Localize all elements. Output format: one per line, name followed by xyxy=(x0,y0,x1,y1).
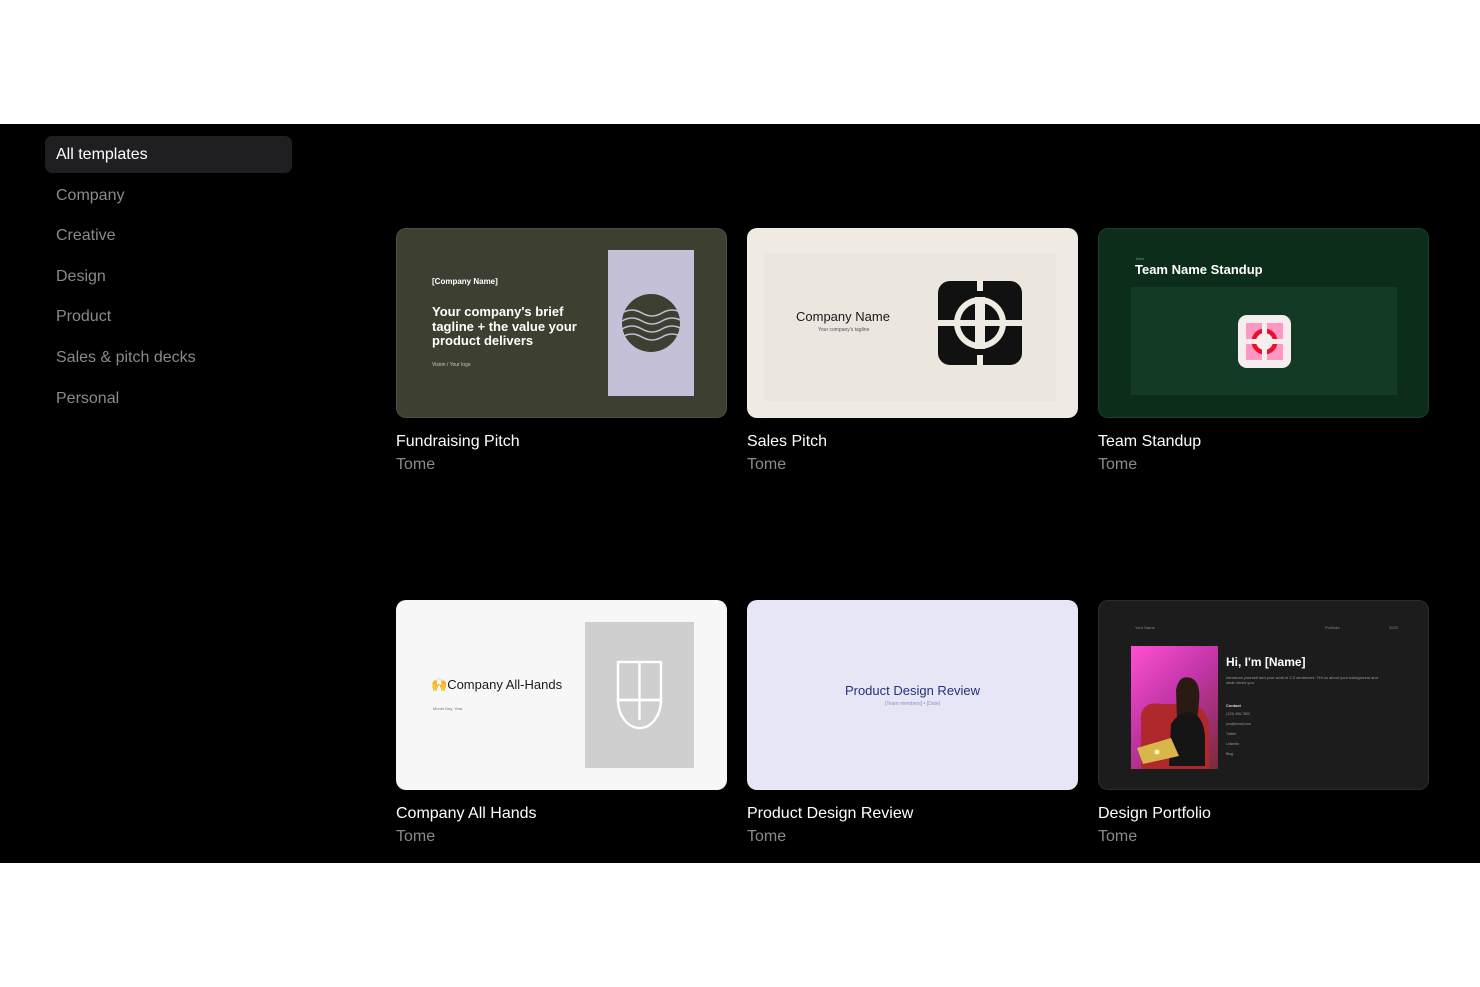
card-author: Tome xyxy=(1098,828,1138,845)
thumb-company-name: Company Name xyxy=(796,309,890,324)
sidebar-item-creative[interactable]: Creative xyxy=(45,217,292,254)
thumb-image-panel xyxy=(608,250,694,396)
card-author: Tome xyxy=(396,828,436,845)
template-card-company-all-hands[interactable]: 🙌Company All-Hands Month Day, Year Compa… xyxy=(396,600,727,846)
thumb-contact-line: Blog xyxy=(1226,752,1234,756)
template-card-fundraising-pitch[interactable]: [Company Name] Your company's brief tagl… xyxy=(396,228,727,474)
thumb-tagline: Your company's brief tagline + the value… xyxy=(432,304,577,348)
thumb-contact-line: you@email.com xyxy=(1226,722,1252,726)
thumb-title: Team Name Standup xyxy=(1135,262,1263,277)
thumb-image-panel xyxy=(585,622,694,768)
portrait-photo xyxy=(1131,646,1218,769)
template-card-product-design-review[interactable]: Product Design Review [Team members] • [… xyxy=(747,600,1078,846)
card-title[interactable]: Design Portfolio xyxy=(1098,805,1429,823)
sidebar-item-sales-pitch-decks[interactable]: Sales & pitch decks xyxy=(45,339,292,376)
thumb-small-text: Vision / Your logo xyxy=(432,362,471,368)
thumb-company-name: [Company Name] xyxy=(432,277,498,286)
thumb-small-text: [Team members] • [Date] xyxy=(884,701,941,707)
wave-circle-icon xyxy=(621,294,683,352)
person-with-laptop-icon xyxy=(1137,677,1209,769)
thumb-small-text: Month Day, Year xyxy=(433,706,463,711)
sidebar-item-personal[interactable]: Personal xyxy=(45,380,292,417)
thumb-contact-line: LinkedIn xyxy=(1226,742,1240,746)
card-author: Tome xyxy=(747,828,787,845)
card-title[interactable]: Product Design Review xyxy=(747,805,1078,823)
sidebar-item-design[interactable]: Design xyxy=(45,258,292,295)
team-logo-icon xyxy=(1238,315,1291,373)
card-author: Tome xyxy=(1098,456,1138,473)
thumb-contact-line: Twitter xyxy=(1226,732,1237,736)
template-thumbnail[interactable]: Company Name Your company's tagline xyxy=(747,228,1078,418)
thumb-nav-left: Your Name xyxy=(1135,625,1155,630)
template-thumbnail[interactable]: 🙌Company All-Hands Month Day, Year xyxy=(396,600,727,790)
thumb-contact-line: (123) 456-7890 xyxy=(1226,712,1250,716)
template-gallery: All templates Company Creative Design Pr… xyxy=(0,124,1480,863)
template-thumbnail[interactable]: Intro Team Name Standup xyxy=(1098,228,1429,418)
template-thumbnail[interactable]: Product Design Review [Team members] • [… xyxy=(747,600,1078,790)
card-title[interactable]: Team Standup xyxy=(1098,433,1429,451)
template-thumbnail[interactable]: Your Name Portfolio 2023 Hi, I'm [Name] … xyxy=(1098,600,1429,790)
sidebar-item-all-templates[interactable]: All templates xyxy=(45,136,292,173)
template-card-design-portfolio[interactable]: Your Name Portfolio 2023 Hi, I'm [Name] … xyxy=(1098,600,1429,846)
sidebar-item-company[interactable]: Company xyxy=(45,177,292,214)
category-sidebar: All templates Company Creative Design Pr… xyxy=(45,136,292,420)
template-card-team-standup[interactable]: Intro Team Name Standup Team Standup Tom… xyxy=(1098,228,1429,474)
sidebar-item-product[interactable]: Product xyxy=(45,298,292,335)
card-title[interactable]: Sales Pitch xyxy=(747,433,1078,451)
thumb-small-text: Intro xyxy=(1136,256,1145,261)
raised-hands-icon: 🙌 xyxy=(431,677,448,692)
thumb-nav-right: 2023 xyxy=(1389,625,1398,630)
thumb-contact-heading: Contact xyxy=(1226,703,1241,708)
building-icon xyxy=(616,660,663,730)
thumb-title: Product Design Review xyxy=(844,683,981,698)
card-title[interactable]: Fundraising Pitch xyxy=(396,433,727,451)
thumb-title: Hi, I'm [Name] xyxy=(1226,655,1306,669)
thumb-title: 🙌Company All-Hands xyxy=(431,677,563,692)
template-card-sales-pitch[interactable]: Company Name Your company's tagline Sale… xyxy=(747,228,1078,474)
card-author: Tome xyxy=(396,456,436,473)
template-thumbnail[interactable]: [Company Name] Your company's brief tagl… xyxy=(396,228,727,418)
card-title[interactable]: Company All Hands xyxy=(396,805,727,823)
thumb-description: Introduce yourself and your work in 2-3 … xyxy=(1226,675,1378,685)
thumb-nav-mid: Portfolio xyxy=(1325,625,1340,630)
company-logo-icon xyxy=(938,281,1022,370)
thumb-tagline: Your company's tagline xyxy=(818,327,870,333)
card-author: Tome xyxy=(747,456,787,473)
